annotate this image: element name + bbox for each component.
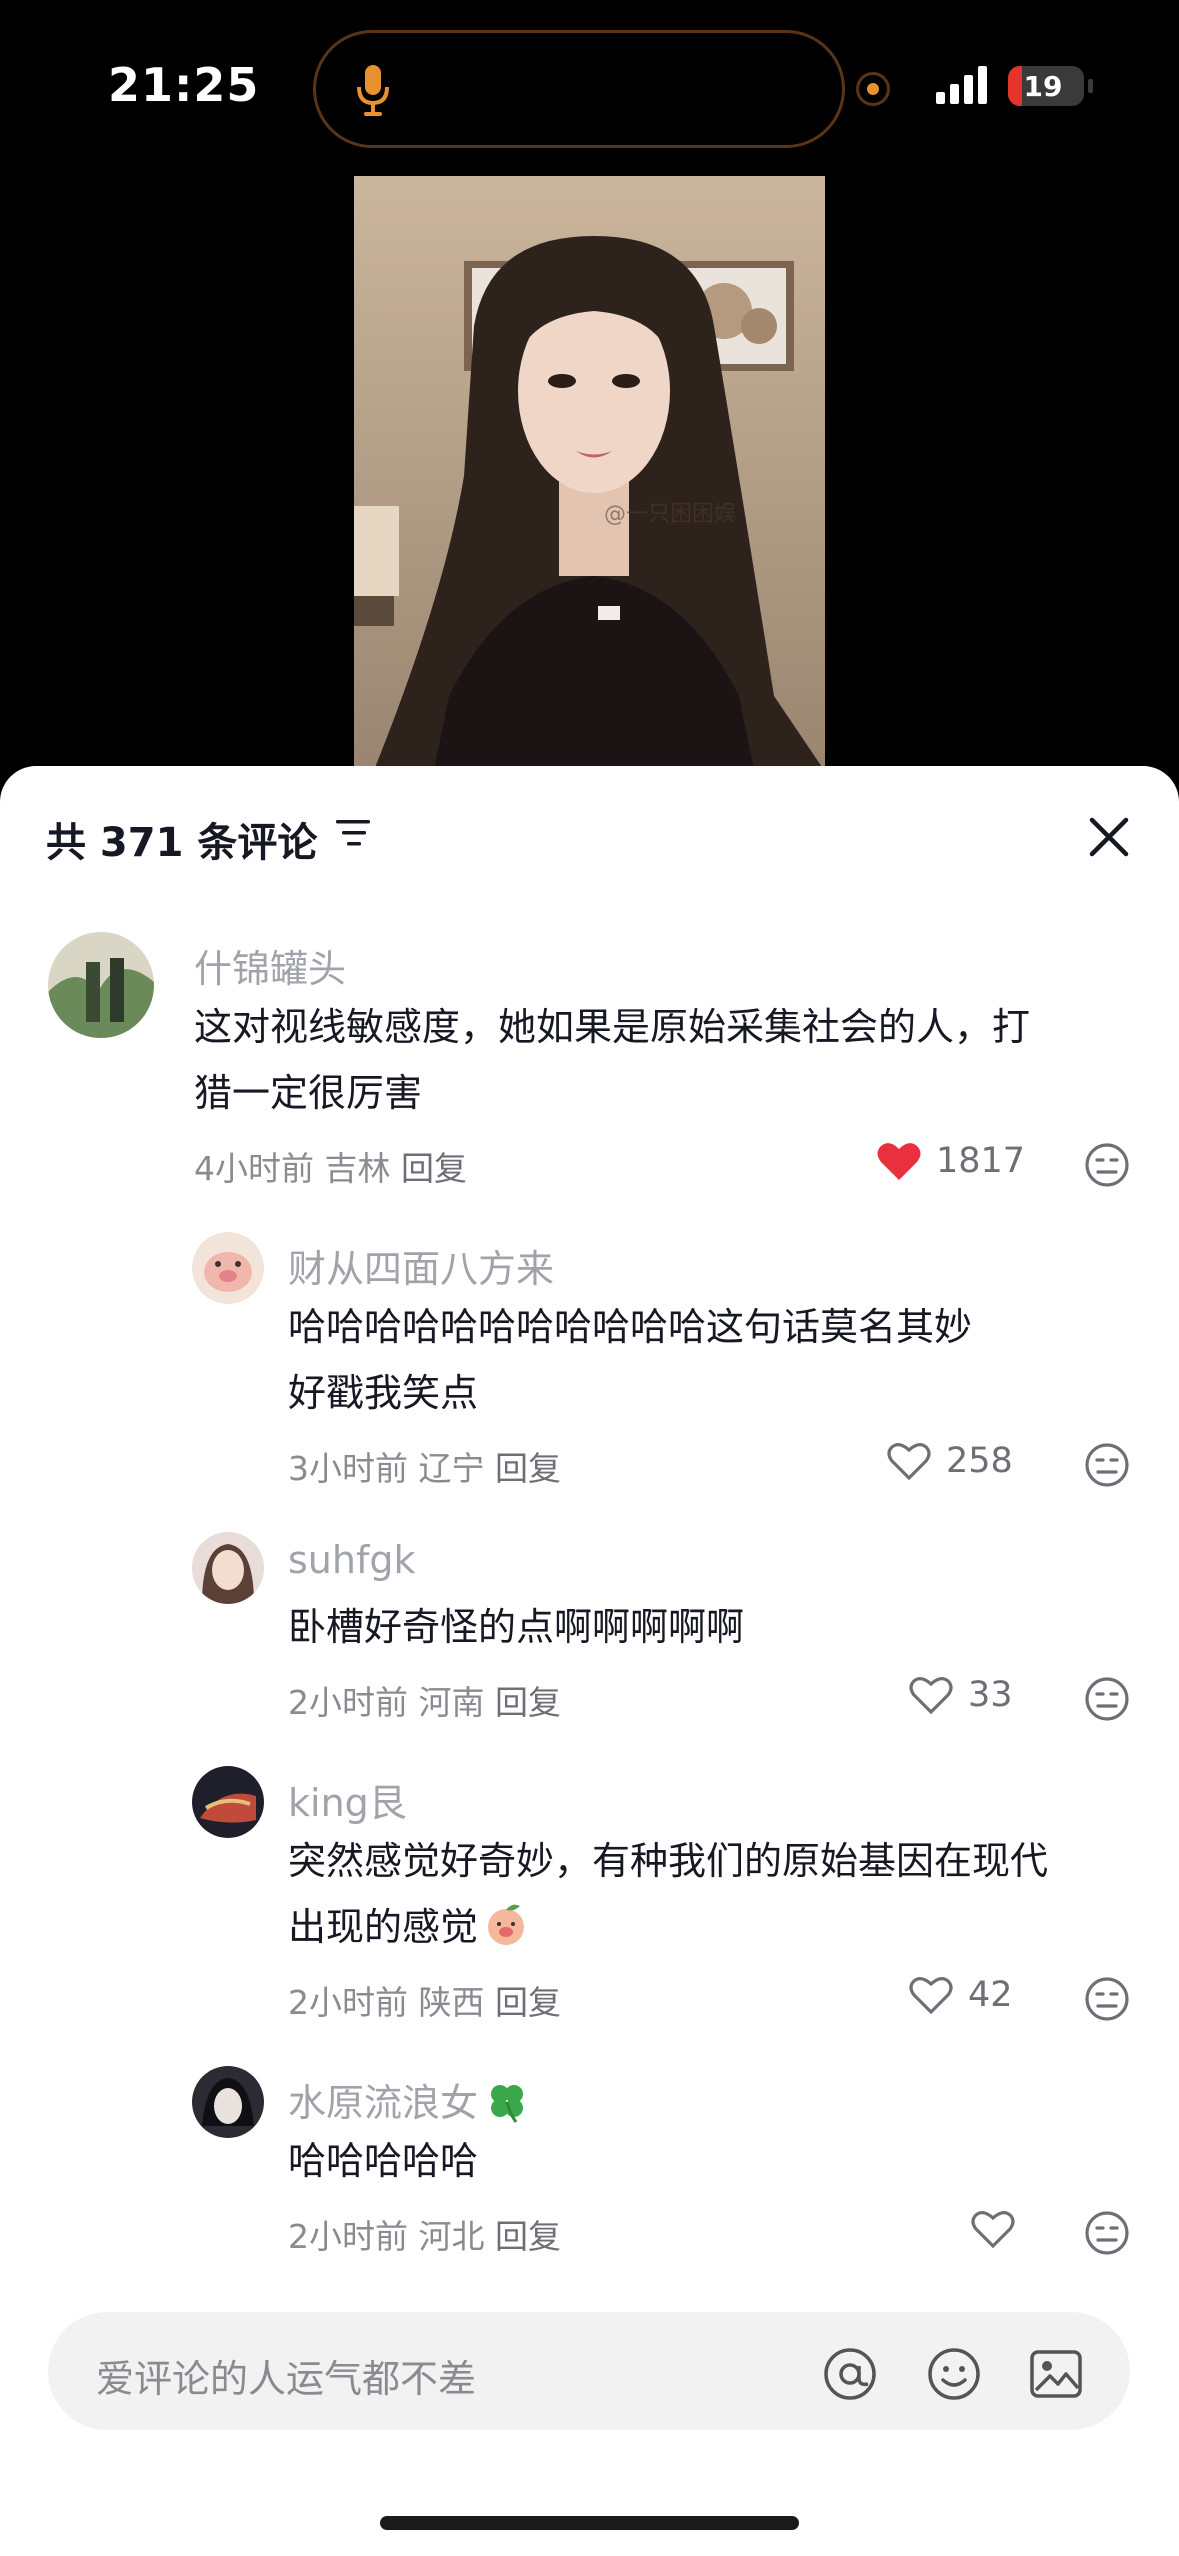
like-count: 33 <box>968 1675 1013 1715</box>
comment-input[interactable]: 爱评论的人运气都不差 <box>48 2312 1130 2430</box>
dislike-face-icon[interactable] <box>1084 1442 1130 1488</box>
comment-text: 出现的感觉 <box>288 1894 530 1960</box>
like-button[interactable]: 1817 <box>876 1140 1025 1182</box>
avatar[interactable] <box>48 932 154 1038</box>
comment-text: 这对视线敏感度，她如果是原始采集社会的人，打 <box>194 1005 1031 1049</box>
comment-meta: 2小时前 陕西 回复 <box>288 1976 561 2024</box>
comment-meta: 4小时前 吉林 回复 <box>194 1142 467 1190</box>
comment-text: 卧槽好奇怪的点啊啊啊啊啊 <box>288 1605 745 1649</box>
reply-button[interactable]: 回复 <box>495 1683 561 1722</box>
reply-button[interactable]: 回复 <box>401 1149 467 1188</box>
recording-indicator-icon <box>856 72 890 106</box>
dislike-face-icon[interactable] <box>1084 2210 1130 2256</box>
image-picker-icon[interactable] <box>1028 2346 1084 2402</box>
like-count: 258 <box>946 1441 1013 1481</box>
heart-outline-icon <box>909 1977 953 2015</box>
emoji-icon[interactable] <box>926 2346 982 2402</box>
like-button[interactable]: 42 <box>908 1974 1013 2016</box>
comment-username[interactable]: 什锦罐头 <box>194 938 346 993</box>
reply-button[interactable]: 回复 <box>495 2217 561 2256</box>
comment-region: 吉林 <box>324 1149 391 1188</box>
reply-button[interactable]: 回复 <box>495 1449 561 1488</box>
comment-time: 3小时前 <box>288 1449 408 1488</box>
comment-meta: 3小时前 辽宁 回复 <box>288 1442 561 1490</box>
comment-region: 河北 <box>418 2217 485 2256</box>
comment-time: 2小时前 <box>288 1983 408 2022</box>
comment-username[interactable]: suhfgk <box>288 1538 415 1582</box>
comment-region: 辽宁 <box>418 1449 485 1488</box>
cellular-signal-icon <box>936 66 987 104</box>
comment-username[interactable]: 财从四面八方来 <box>288 1238 554 1293</box>
comment-text: 突然感觉好奇妙，有种我们的原始基因在现代 <box>288 1839 1049 1883</box>
comment-region: 河南 <box>418 1683 485 1722</box>
peach-emoji-icon <box>488 1904 525 1945</box>
like-button[interactable]: 33 <box>908 1674 1013 1716</box>
comment-sheet: 共 371 条评论 什锦罐头 这对视线敏感度，她如果是原始采集社会的人，打 猎一… <box>0 766 1179 2556</box>
avatar[interactable] <box>192 1766 264 1838</box>
battery-icon: 19 <box>1008 66 1093 106</box>
avatar[interactable] <box>192 2066 264 2138</box>
battery-percent: 19 <box>1023 70 1063 103</box>
like-button[interactable]: 258 <box>886 1440 1013 1482</box>
like-count: 1817 <box>936 1141 1026 1181</box>
reply-button[interactable]: 回复 <box>495 1983 561 2022</box>
at-mention-icon[interactable] <box>822 2346 878 2402</box>
home-indicator[interactable] <box>380 2516 799 2530</box>
close-icon[interactable] <box>1086 814 1132 860</box>
video-watermark: @一只困困娱 <box>604 502 737 527</box>
heart-outline-icon <box>971 2211 1015 2249</box>
comment-region: 陕西 <box>418 1983 485 2022</box>
comment-text: 好戳我笑点 <box>288 1371 479 1415</box>
like-count: 42 <box>968 1975 1013 2015</box>
comment-meta: 2小时前 河北 回复 <box>288 2210 561 2258</box>
sort-filter-icon[interactable] <box>336 818 370 848</box>
video-frame <box>354 176 825 770</box>
dislike-face-icon[interactable] <box>1084 1976 1130 2022</box>
comment-text: 猎一定很厉害 <box>194 1071 423 1115</box>
comment-meta: 2小时前 河南 回复 <box>288 1676 561 1724</box>
video-player[interactable]: @一只困困娱 <box>354 176 825 770</box>
dislike-face-icon[interactable] <box>1084 1142 1130 1188</box>
dislike-face-icon[interactable] <box>1084 1676 1130 1722</box>
avatar[interactable] <box>192 1532 264 1604</box>
comment-time: 2小时前 <box>288 2217 408 2256</box>
comment-text: 哈哈哈哈哈 <box>288 2139 479 2183</box>
comment-time: 4小时前 <box>194 1149 314 1188</box>
like-button[interactable] <box>970 2208 1016 2250</box>
comment-time: 2小时前 <box>288 1683 408 1722</box>
comment-count-title: 共 371 条评论 <box>46 820 318 866</box>
avatar[interactable] <box>192 1232 264 1304</box>
heart-filled-icon <box>877 1143 921 1180</box>
status-bar: 21:25 19 <box>0 0 1179 170</box>
microphone-icon <box>357 65 389 116</box>
comment-input-placeholder: 爱评论的人运气都不差 <box>96 2357 477 2401</box>
clock: 21:25 <box>108 58 260 112</box>
comment-username[interactable]: 水原流浪女 <box>288 2072 528 2127</box>
heart-outline-icon <box>887 1443 931 1481</box>
comment-username[interactable]: king艮 <box>288 1772 407 1827</box>
four-leaf-clover-icon <box>491 2085 524 2123</box>
comment-text: 哈哈哈哈哈哈哈哈哈哈哈这句话莫名其妙 <box>288 1305 973 1349</box>
dynamic-island[interactable] <box>313 30 845 148</box>
heart-outline-icon <box>909 1677 953 1715</box>
